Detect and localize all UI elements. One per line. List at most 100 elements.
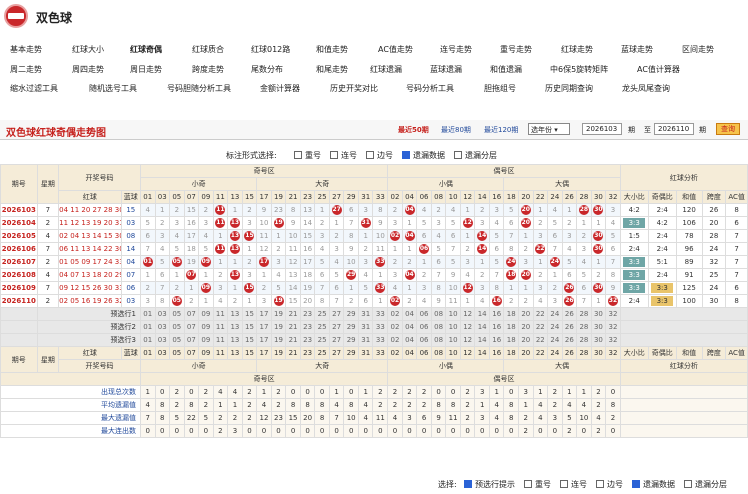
preselect-number[interactable]: 09 xyxy=(198,320,214,334)
preselect-number[interactable]: 31 xyxy=(357,333,374,347)
nav-link[interactable]: 红球奇偶 xyxy=(130,44,162,55)
preselect-number[interactable]: 27 xyxy=(328,307,345,321)
nav-link[interactable]: 红球质合 xyxy=(192,44,224,55)
nav-link[interactable]: 和尾走势 xyxy=(316,64,348,75)
nav-link[interactable]: 重号走势 xyxy=(500,44,532,55)
preselect-number[interactable]: 14 xyxy=(474,320,490,334)
preselect-number[interactable]: 08 xyxy=(430,307,447,321)
preselect-number[interactable]: 13 xyxy=(227,333,243,347)
preselect-number[interactable]: 12 xyxy=(459,320,476,334)
preselect-number[interactable]: 05 xyxy=(169,307,185,321)
preselect-number[interactable]: 30 xyxy=(590,307,607,321)
year-select[interactable]: 选年份 ▾ xyxy=(528,123,570,135)
preselect-number[interactable]: 16 xyxy=(488,333,505,347)
nav-link[interactable]: 号码分析工具 xyxy=(406,83,454,94)
preselect-number[interactable]: 33 xyxy=(372,320,389,334)
preselect-number[interactable]: 30 xyxy=(590,320,607,334)
nav-link[interactable]: 周二走势 xyxy=(10,64,42,75)
preselect-number[interactable]: 31 xyxy=(357,320,374,334)
preselect-number[interactable]: 32 xyxy=(605,320,621,334)
preselect-number[interactable]: 27 xyxy=(328,320,345,334)
preselect-number[interactable]: 10 xyxy=(445,320,461,334)
preselect-number[interactable]: 09 xyxy=(198,307,214,321)
nav-link[interactable]: 连号走势 xyxy=(440,44,472,55)
preselect-number[interactable]: 19 xyxy=(270,320,287,334)
nav-link[interactable]: AC值计算器 xyxy=(637,64,680,75)
from-issue-input[interactable]: 2026103 xyxy=(582,123,622,135)
preselect-number[interactable]: 19 xyxy=(270,333,287,347)
preselect-number[interactable]: 04 xyxy=(401,307,418,321)
nav-link[interactable]: 跨度走势 xyxy=(192,64,224,75)
preselect-number[interactable]: 28 xyxy=(576,333,592,347)
nav-link[interactable]: 蓝球遗漏 xyxy=(430,64,462,75)
preselect-number[interactable]: 33 xyxy=(372,333,389,347)
nav-link[interactable]: 红球012路 xyxy=(251,44,290,55)
preselect-number[interactable]: 05 xyxy=(169,320,185,334)
preselect-number[interactable]: 02 xyxy=(387,320,403,334)
preselect-number[interactable]: 10 xyxy=(445,307,461,321)
preselect-number[interactable]: 31 xyxy=(357,307,374,321)
preselect-number[interactable]: 28 xyxy=(576,320,592,334)
nav-link[interactable]: 缩水过滤工具 xyxy=(10,83,58,94)
preselect-number[interactable]: 04 xyxy=(401,333,418,347)
preselect-number[interactable]: 18 xyxy=(503,320,519,334)
preselect-number[interactable]: 05 xyxy=(169,333,185,347)
preselect-number[interactable]: 12 xyxy=(459,307,476,321)
nav-link[interactable]: 和值走势 xyxy=(316,44,348,55)
preselect-number[interactable]: 23 xyxy=(299,307,316,321)
preselect-number[interactable]: 08 xyxy=(430,333,447,347)
nav-link[interactable]: 周日走势 xyxy=(130,64,162,75)
preselect-number[interactable]: 04 xyxy=(401,320,418,334)
preselect-number[interactable]: 33 xyxy=(372,307,389,321)
preselect-number[interactable]: 13 xyxy=(227,320,243,334)
preselect-number[interactable]: 17 xyxy=(256,307,272,321)
preselect-number[interactable]: 17 xyxy=(256,333,272,347)
range-120-link[interactable]: 最近120期 xyxy=(484,125,518,135)
preselect-number[interactable]: 22 xyxy=(532,307,549,321)
preselect-number[interactable]: 06 xyxy=(416,320,432,334)
option-checkbox[interactable]: 连号 xyxy=(560,479,587,490)
nav-link[interactable]: 蓝球走势 xyxy=(621,44,653,55)
preselect-number[interactable]: 03 xyxy=(154,320,171,334)
preselect-number[interactable]: 01 xyxy=(139,333,156,347)
preselect-number[interactable]: 22 xyxy=(532,320,549,334)
nav-link[interactable]: 和值遗漏 xyxy=(490,64,522,75)
preselect-number[interactable]: 09 xyxy=(198,333,214,347)
preselect-number[interactable]: 22 xyxy=(532,333,549,347)
nav-link[interactable]: 随机选号工具 xyxy=(89,83,137,94)
option-checkbox[interactable]: 遗漏分层 xyxy=(454,150,497,161)
range-80-link[interactable]: 最近80期 xyxy=(441,125,471,135)
preselect-number[interactable]: 19 xyxy=(270,307,287,321)
preselect-number[interactable]: 13 xyxy=(227,307,243,321)
preselect-number[interactable]: 18 xyxy=(503,333,519,347)
nav-link[interactable]: 红球大小 xyxy=(72,44,104,55)
preselect-number[interactable]: 21 xyxy=(285,320,301,334)
preselect-number[interactable]: 23 xyxy=(299,333,316,347)
preselect-number[interactable]: 18 xyxy=(503,307,519,321)
preselect-number[interactable]: 25 xyxy=(314,307,330,321)
preselect-number[interactable]: 23 xyxy=(299,320,316,334)
preselect-number[interactable]: 20 xyxy=(518,307,534,321)
option-checkbox[interactable]: 遗漏数据 xyxy=(402,150,445,161)
preselect-number[interactable]: 08 xyxy=(430,320,447,334)
preselect-number[interactable]: 03 xyxy=(154,333,171,347)
nav-link[interactable]: 周四走势 xyxy=(72,64,104,75)
nav-link[interactable]: 历史同期查询 xyxy=(545,83,593,94)
preselect-number[interactable]: 20 xyxy=(518,333,534,347)
preselect-number[interactable]: 07 xyxy=(183,320,200,334)
preselect-number[interactable]: 28 xyxy=(576,307,592,321)
preselect-number[interactable]: 07 xyxy=(183,307,200,321)
preselect-number[interactable]: 06 xyxy=(416,333,432,347)
preselect-number[interactable]: 01 xyxy=(139,320,156,334)
nav-link[interactable]: AC值走势 xyxy=(378,44,413,55)
to-issue-input[interactable]: 2026110 xyxy=(654,123,694,135)
preselect-number[interactable]: 21 xyxy=(285,333,301,347)
nav-link[interactable]: 号码胆随分析工具 xyxy=(167,83,231,94)
option-checkbox[interactable]: 重号 xyxy=(524,479,551,490)
preselect-number[interactable]: 24 xyxy=(547,307,563,321)
nav-link[interactable]: 红球走势 xyxy=(561,44,593,55)
preselect-number[interactable]: 17 xyxy=(256,320,272,334)
preselect-number[interactable]: 29 xyxy=(343,320,359,334)
preselect-number[interactable]: 24 xyxy=(547,320,563,334)
query-button[interactable]: 查询 xyxy=(716,123,740,135)
